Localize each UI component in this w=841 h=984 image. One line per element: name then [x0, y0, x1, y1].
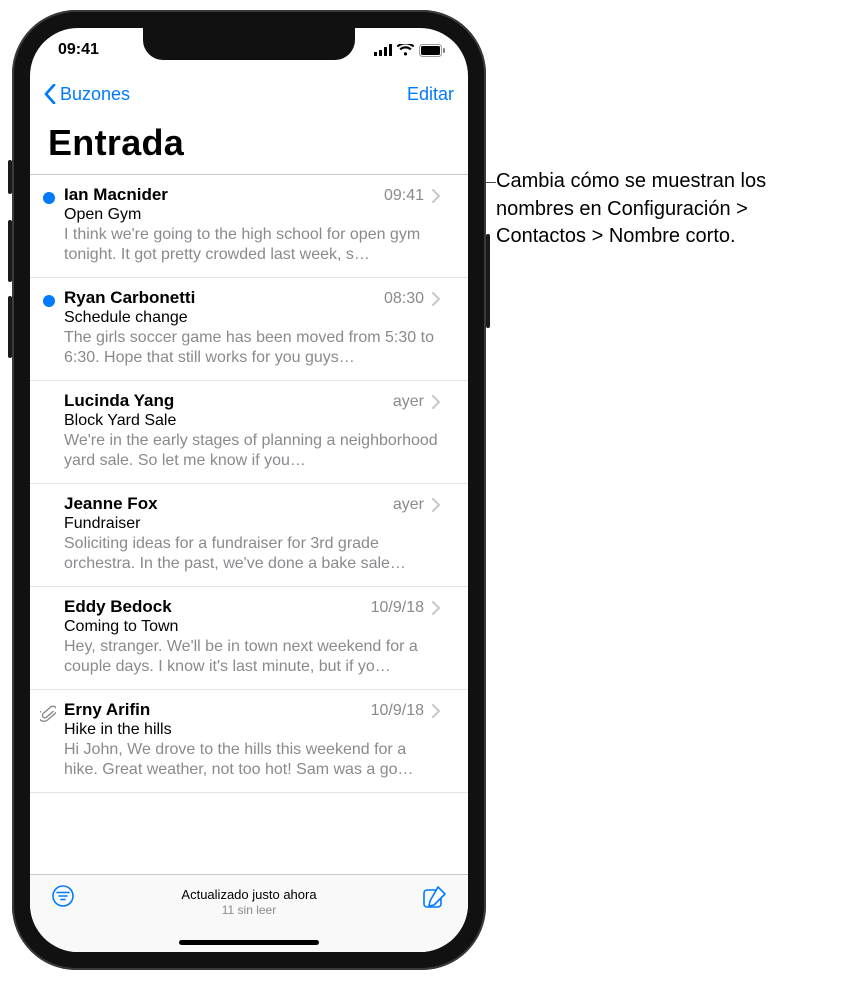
message-time: 08:30: [384, 290, 424, 308]
chevron-right-icon: [432, 498, 440, 512]
message-preview: Hi John, We drove to the hills this week…: [64, 740, 440, 781]
edit-button[interactable]: Editar: [407, 84, 454, 105]
status-right: [374, 44, 446, 57]
nav-bar: Buzones Editar: [30, 72, 468, 116]
back-button[interactable]: Buzones: [44, 84, 130, 105]
filter-icon: [50, 885, 76, 907]
notch: [143, 28, 355, 60]
message-row[interactable]: Jeanne Fox ayerFundraiserSoliciting ideas…: [30, 484, 468, 587]
message-time: 10/9/18: [371, 702, 424, 720]
sender-name: Erny Arifin: [64, 700, 150, 720]
paperclip-icon: [40, 705, 56, 723]
callout-text: Cambia cómo se muestran los nombres en C…: [496, 168, 826, 251]
message-subject: Schedule change: [64, 309, 440, 327]
sender-name: Eddy Bedock: [64, 597, 172, 617]
sender-name: Ryan Carbonetti: [64, 288, 195, 308]
device-frame: 09:41 Buzones Editar Entrada Ian Macnide…: [12, 10, 486, 970]
wifi-icon: [397, 44, 414, 56]
message-preview: The girls soccer game has been moved fro…: [64, 328, 440, 369]
message-row[interactable]: Erny Arifin 10/9/18Hike in the hillsHi Jo…: [30, 690, 468, 793]
compose-icon: [422, 885, 448, 911]
toolbar-status-group: Actualizado justo ahora 11 sin leer: [76, 885, 422, 917]
battery-icon: [419, 44, 446, 57]
chevron-right-icon: [432, 601, 440, 615]
chevron-left-icon: [44, 84, 56, 104]
message-time: 10/9/18: [371, 599, 424, 617]
side-button: [486, 234, 490, 328]
sender-name: Jeanne Fox: [64, 494, 158, 514]
screen: 09:41 Buzones Editar Entrada Ian Macnide…: [30, 28, 468, 952]
message-subject: Block Yard Sale: [64, 412, 440, 430]
message-subject: Fundraiser: [64, 515, 440, 533]
message-row[interactable]: Ryan Carbonetti 08:30Schedule changeThe g…: [30, 278, 468, 381]
chevron-right-icon: [432, 704, 440, 718]
chevron-right-icon: [432, 292, 440, 306]
message-subject: Hike in the hills: [64, 721, 440, 739]
unread-dot-icon: [43, 192, 55, 204]
unread-dot-icon: [43, 295, 55, 307]
compose-button[interactable]: [422, 885, 448, 916]
mute-switch: [8, 160, 12, 194]
status-time: 09:41: [58, 41, 99, 59]
message-time: ayer: [393, 496, 424, 514]
message-list[interactable]: Ian Macnider 09:41Open GymI think we're g…: [30, 174, 468, 874]
message-subject: Open Gym: [64, 206, 440, 224]
message-preview: Hey, stranger. We'll be in town next wee…: [64, 637, 440, 678]
sender-name: Ian Macnider: [64, 185, 168, 205]
chevron-right-icon: [432, 395, 440, 409]
message-preview: I think we're going to the high school f…: [64, 225, 440, 266]
home-indicator[interactable]: [179, 940, 319, 945]
toolbar-substatus: 11 sin leer: [76, 903, 422, 917]
back-label: Buzones: [60, 84, 130, 105]
message-subject: Coming to Town: [64, 618, 440, 636]
volume-up-button: [8, 220, 12, 282]
chevron-right-icon: [432, 189, 440, 203]
toolbar-status: Actualizado justo ahora: [76, 887, 422, 902]
message-row[interactable]: Eddy Bedock 10/9/18Coming to TownHey, str…: [30, 587, 468, 690]
message-preview: Soliciting ideas for a fundraiser for 3r…: [64, 534, 440, 575]
page-title: Entrada: [48, 122, 184, 164]
filter-button[interactable]: [50, 885, 76, 912]
cellular-icon: [374, 44, 392, 56]
message-time: 09:41: [384, 187, 424, 205]
sender-name: Lucinda Yang: [64, 391, 174, 411]
message-preview: We're in the early stages of planning a …: [64, 431, 440, 472]
message-row[interactable]: Lucinda Yang ayerBlock Yard SaleWe're in …: [30, 381, 468, 484]
message-time: ayer: [393, 393, 424, 411]
volume-down-button: [8, 296, 12, 358]
message-row[interactable]: Ian Macnider 09:41Open GymI think we're g…: [30, 175, 468, 278]
